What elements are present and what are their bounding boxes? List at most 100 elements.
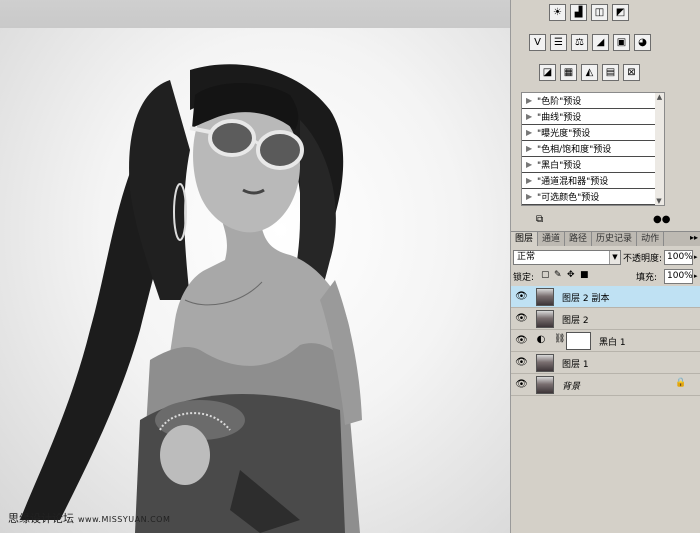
opacity-input[interactable]: 100% [664,250,693,265]
watermark-url: www.MISSYUAN.COM [78,515,171,524]
layers-list: 👁 图层 2 副本 👁 图层 2 👁 ◐ ⛓ 黑白 1 👁 图层 1 👁 背景 … [511,286,700,396]
layer-thumbnail [536,288,554,306]
layer-name: 黑白 1 [599,338,626,348]
lock-icon: 🔒 [675,378,687,388]
expand-triangle-icon: ▶ [526,176,533,185]
eye-icon[interactable]: 👁 [515,290,528,303]
scroll-down-icon[interactable]: ▼ [655,197,663,205]
layer-name: 图层 2 [562,316,589,326]
expand-triangle-icon: ▶ [526,144,533,153]
expand-triangle-icon: ▶ [526,160,533,169]
tab-channels[interactable]: 通道 [538,232,566,246]
preset-levels[interactable]: ▶ "色阶"预设 [522,93,664,109]
panel-menu-icon[interactable]: ▸▸ [687,232,700,246]
layer-row[interactable]: 👁 图层 2 副本 [511,286,700,308]
document-canvas[interactable]: 思缘设计论坛 www.MISSYUAN.COM [0,0,510,533]
panel-tabs: 图层 通道 路径 历史记录 动作 ▸▸ [511,231,700,246]
layer-row[interactable]: 👁 背景 🔒 [511,374,700,396]
layer-thumbnail [536,376,554,394]
photo-illustration [20,64,362,533]
preset-channel-mixer[interactable]: ▶ "通道混和器"预设 [522,173,664,189]
layer-row[interactable]: 👁 图层 1 [511,352,700,374]
fill-slider-icon[interactable]: ▸ [694,272,698,280]
expand-triangle-icon: ▶ [526,112,533,121]
blend-mode-select[interactable]: 正常 ▼ [513,250,621,265]
tab-layers[interactable]: 图层 [511,232,539,246]
adjustments-row-2: V ☰ ⚖ ◢ ▣ ◕ [529,34,651,51]
preset-label: "曝光度"预设 [537,129,591,139]
preset-label: "色阶"预设 [537,97,582,107]
expand-triangle-icon: ▶ [526,128,533,137]
adjustment-layer-icon: ◐ [536,334,546,345]
preset-exposure[interactable]: ▶ "曝光度"预设 [522,125,664,141]
preset-label: "黑白"预设 [537,161,582,171]
layer-name: 图层 2 副本 [562,294,610,304]
tab-history[interactable]: 历史记录 [592,232,638,246]
channel-mixer-icon[interactable]: ◕ [634,34,651,51]
lock-transparency-icon[interactable]: ▢ [541,270,550,280]
tab-paths[interactable]: 路径 [565,232,593,246]
adjustment-presets-list: ▶ "色阶"预设 ▶ "曲线"预设 ▶ "曝光度"预设 ▶ "色相/饱和度"预设 ▶ "黑… [521,92,665,206]
blend-mode-value: 正常 [517,252,536,262]
brightness-contrast-icon[interactable]: ☀ [549,4,566,21]
clip-to-layer-icon[interactable]: ⧉ [536,214,543,225]
layers-empty-area [511,396,700,533]
invert-icon[interactable]: ◪ [539,64,556,81]
layer-thumbnail [536,354,554,372]
vibrance-icon[interactable]: V [529,34,546,51]
chevron-down-icon[interactable]: ▼ [609,251,620,264]
eye-icon[interactable]: 👁 [515,356,528,369]
layer-row[interactable]: 👁 图层 2 [511,308,700,330]
adjustments-footer: ⧉ ●● [511,212,700,228]
link-icon[interactable]: ⛓ [554,334,565,344]
panel-options-icon[interactable]: ●● [653,214,670,225]
threshold-icon[interactable]: ◭ [581,64,598,81]
layer-thumbnail [536,310,554,328]
hue-saturation-icon[interactable]: ☰ [550,34,567,51]
levels-icon[interactable]: ▟ [570,4,587,21]
layer-mask-thumbnail[interactable] [566,332,591,350]
blend-opacity-row: 正常 ▼ 不透明度: 100% ▸ [513,250,699,266]
watermark: 思缘设计论坛 www.MISSYUAN.COM [8,510,170,526]
lock-label: 锁定: [513,273,535,283]
preset-selective-color[interactable]: ▶ "可选颜色"预设 [522,189,664,205]
preset-label: "可选颜色"预设 [537,193,600,203]
eye-icon[interactable]: 👁 [515,378,528,391]
fill-label: 填充: [636,273,658,283]
opacity-slider-icon[interactable]: ▸ [694,253,698,261]
expand-triangle-icon: ▶ [526,192,533,201]
posterize-icon[interactable]: ▦ [560,64,577,81]
adjustments-row-1: ☀ ▟ ◫ ◩ [549,4,629,21]
watermark-text: 思缘设计论坛 [8,512,74,525]
preset-curves[interactable]: ▶ "曲线"预设 [522,109,664,125]
layer-name: 背景 [562,382,581,392]
lock-all-icon[interactable]: ■ [580,270,589,280]
gradient-map-icon[interactable]: ▤ [602,64,619,81]
preset-black-white[interactable]: ▶ "黑白"预设 [522,157,664,173]
preset-label: "通道混和器"预设 [537,177,609,187]
eye-icon[interactable]: 👁 [515,312,528,325]
black-white-icon[interactable]: ◢ [592,34,609,51]
adjustments-row-3: ◪ ▦ ◭ ▤ ⊠ [539,64,640,81]
scroll-up-icon[interactable]: ▲ [655,93,664,101]
exposure-icon[interactable]: ◩ [612,4,629,21]
color-balance-icon[interactable]: ⚖ [571,34,588,51]
lock-position-icon[interactable]: ✥ [567,270,575,280]
layer-name: 图层 1 [562,360,589,370]
selective-color-icon[interactable]: ⊠ [623,64,640,81]
curves-icon[interactable]: ◫ [591,4,608,21]
preset-label: "曲线"预设 [537,113,582,123]
fill-input[interactable]: 100% [664,269,693,284]
lock-pixels-icon[interactable]: ✎ [554,270,562,280]
expand-triangle-icon: ▶ [526,96,533,105]
adjustments-layers-panel: ☀ ▟ ◫ ◩ V ☰ ⚖ ◢ ▣ ◕ ◪ ▦ ◭ ▤ ⊠ ▶ "色阶"预设 ▶ "… [510,0,700,533]
presets-scrollbar[interactable]: ▲ ▼ [655,92,665,206]
preset-hue-saturation[interactable]: ▶ "色相/饱和度"预设 [522,141,664,157]
eye-icon[interactable]: 👁 [515,334,528,347]
lock-fill-row: 锁定: ▢ ✎ ✥ ■ 填充: 100% ▸ [513,269,699,284]
preset-label: "色相/饱和度"预设 [537,145,612,155]
layer-row[interactable]: 👁 ◐ ⛓ 黑白 1 [511,330,700,352]
photo-filter-icon[interactable]: ▣ [613,34,630,51]
tab-actions[interactable]: 动作 [637,232,665,246]
opacity-label: 不透明度: [623,254,663,264]
